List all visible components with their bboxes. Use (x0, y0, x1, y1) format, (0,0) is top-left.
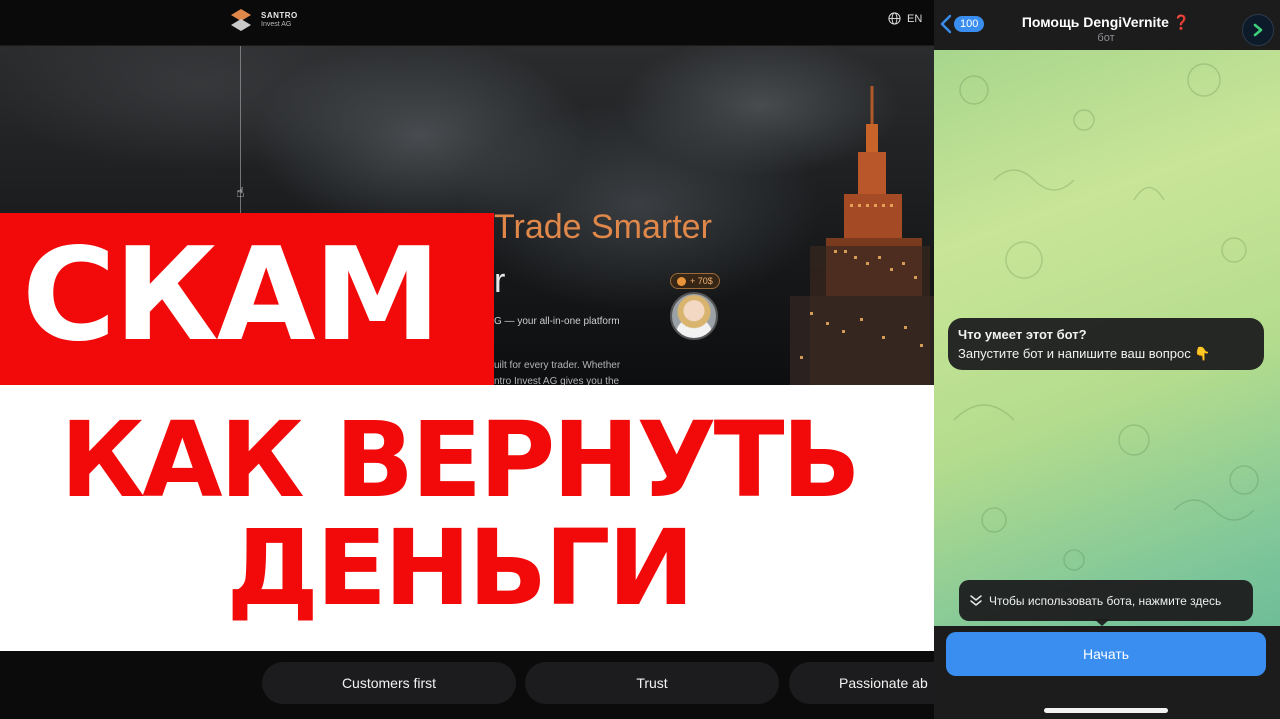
hero-description: G — your all-in-one platform (494, 316, 620, 327)
bot-description-title: Что умеет этот бот? (958, 327, 1087, 342)
scam-banner-text: СКАМ (22, 221, 441, 370)
logo-subtitle: Invest AG (261, 21, 292, 28)
site-logo[interactable]: SANTRO Invest AG (228, 7, 298, 33)
profit-badge-label: + 70$ (690, 276, 713, 286)
telegram-chat: 100 Помощь DengiVernite ❓ бот Что умеет … (934, 0, 1280, 719)
logo-name: SANTRO (261, 11, 298, 20)
bot-avatar[interactable] (1242, 14, 1274, 46)
bot-avatar-arrow-icon (1253, 23, 1263, 37)
value-pill-passionate[interactable]: Passionate ab (789, 662, 934, 704)
chat-header: 100 Помощь DengiVernite ❓ бот (934, 0, 1280, 50)
language-selector[interactable]: EN (888, 12, 922, 25)
trader-avatar (670, 292, 718, 340)
home-indicator[interactable] (1044, 708, 1168, 713)
hero-title: Trade Smarter (494, 208, 712, 246)
coin-icon (677, 276, 686, 286)
chevron-left-icon (940, 14, 952, 34)
refund-banner-line-2: ДЕНЬГИ (226, 507, 694, 629)
bot-description-bubble: Что умеет этот бот? Запустите бот и напи… (948, 318, 1264, 370)
chat-subtitle: бот (1097, 32, 1115, 44)
santro-logo-icon (231, 9, 251, 31)
chat-title-text: Помощь DengiVernite (1021, 14, 1169, 30)
question-mark-icon: ❓ (1172, 14, 1191, 30)
double-chevron-down-icon (970, 594, 982, 606)
logo-text: SANTRO Invest AG (261, 11, 298, 29)
value-pill-trust[interactable]: Trust (525, 662, 779, 704)
start-hint-tooltip: Чтобы использовать бота, нажмите здесь (959, 580, 1253, 621)
globe-icon (888, 12, 901, 25)
hero-title-line2: r (494, 262, 506, 300)
profit-badge: + 70$ (670, 273, 720, 289)
bot-description-text: Запустите бот и напишите ваш вопрос 👇 (958, 346, 1211, 361)
value-pill-customers-first[interactable]: Customers first (262, 662, 516, 704)
skyscraper-image (790, 86, 934, 386)
refund-banner-line-1: КАК ВЕРНУТЬ (60, 399, 861, 521)
language-label: EN (907, 12, 923, 25)
start-hint-text: Чтобы использовать бота, нажмите здесь (989, 593, 1222, 608)
hand-cursor-icon: ☝ (236, 184, 245, 200)
hero-description-line-a: uilt for every trader. Whether (494, 360, 621, 371)
site-header: SANTRO Invest AG EN (0, 0, 934, 46)
chat-title[interactable]: Помощь DengiVernite ❓ (974, 14, 1238, 31)
start-button[interactable]: Начать (946, 632, 1266, 676)
start-hint-tail (1094, 619, 1110, 626)
